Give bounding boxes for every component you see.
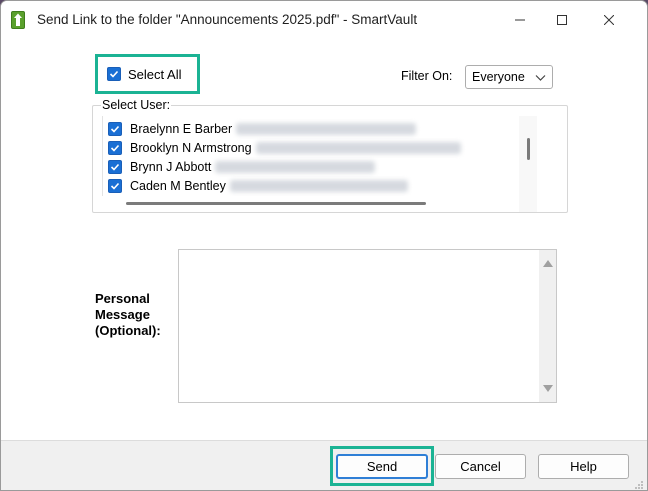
- send-link-dialog: Send Link to the folder "Announcements 2…: [0, 0, 648, 491]
- button-bar: Send Cancel Help: [1, 440, 647, 490]
- window-title: Send Link to the folder "Announcements 2…: [37, 12, 418, 27]
- redacted-email: [255, 142, 461, 154]
- scroll-down-icon[interactable]: [543, 385, 553, 392]
- close-button[interactable]: [586, 1, 632, 39]
- redacted-email: [229, 180, 408, 192]
- smartvault-app-icon: [11, 11, 25, 29]
- list-item[interactable]: Brooklyn N Armstrong: [108, 139, 461, 157]
- user-name: Braelynn E Barber: [130, 122, 233, 136]
- list-item[interactable]: Brynn J Abbott: [108, 158, 376, 176]
- user-name: Brynn J Abbott: [130, 160, 212, 174]
- filter-label: Filter On:: [401, 69, 453, 83]
- scroll-thumb[interactable]: [527, 138, 530, 160]
- checkmark-icon[interactable]: [108, 179, 122, 193]
- help-button[interactable]: Help: [538, 454, 629, 479]
- cancel-button[interactable]: Cancel: [435, 454, 526, 479]
- scroll-thumb[interactable]: [126, 202, 426, 205]
- scroll-up-icon[interactable]: [543, 260, 553, 267]
- select-user-label: Select User:: [101, 98, 172, 112]
- resize-grip-icon[interactable]: [634, 479, 644, 489]
- minimize-button[interactable]: [497, 1, 543, 39]
- send-button[interactable]: Send: [336, 454, 428, 479]
- list-item[interactable]: Braelynn E Barber: [108, 120, 417, 138]
- select-all-label: Select All: [128, 66, 182, 82]
- user-name: Brooklyn N Armstrong: [130, 141, 252, 155]
- personal-message-textarea[interactable]: [178, 249, 557, 403]
- redacted-email: [215, 161, 376, 173]
- redacted-email: [236, 123, 417, 135]
- message-scrollbar[interactable]: [539, 250, 556, 402]
- personal-message-label: Personal Message (Optional):: [95, 291, 161, 338]
- maximize-icon: [557, 15, 567, 25]
- chevron-down-icon: [535, 72, 546, 86]
- select-all-checkbox[interactable]: Select All: [95, 54, 200, 94]
- list-item[interactable]: Caden M Bentley: [108, 177, 408, 195]
- maximize-button[interactable]: [539, 1, 585, 39]
- checkmark-icon[interactable]: [108, 141, 122, 155]
- title-bar[interactable]: Send Link to the folder "Announcements 2…: [1, 1, 647, 39]
- user-name: Caden M Bentley: [130, 179, 226, 193]
- checkmark-icon[interactable]: [108, 160, 122, 174]
- dialog-content: Select All Filter On: Everyone Select Us…: [1, 39, 647, 440]
- checkmark-icon[interactable]: [108, 122, 122, 136]
- checkmark-icon[interactable]: [107, 67, 121, 81]
- close-icon: [604, 15, 614, 25]
- user-list-horizontal-scrollbar[interactable]: [102, 196, 519, 212]
- filter-selected-value: Everyone: [472, 70, 525, 84]
- user-list-vertical-scrollbar[interactable]: [519, 116, 537, 212]
- filter-dropdown[interactable]: Everyone: [465, 65, 553, 89]
- minimize-icon: [515, 19, 525, 21]
